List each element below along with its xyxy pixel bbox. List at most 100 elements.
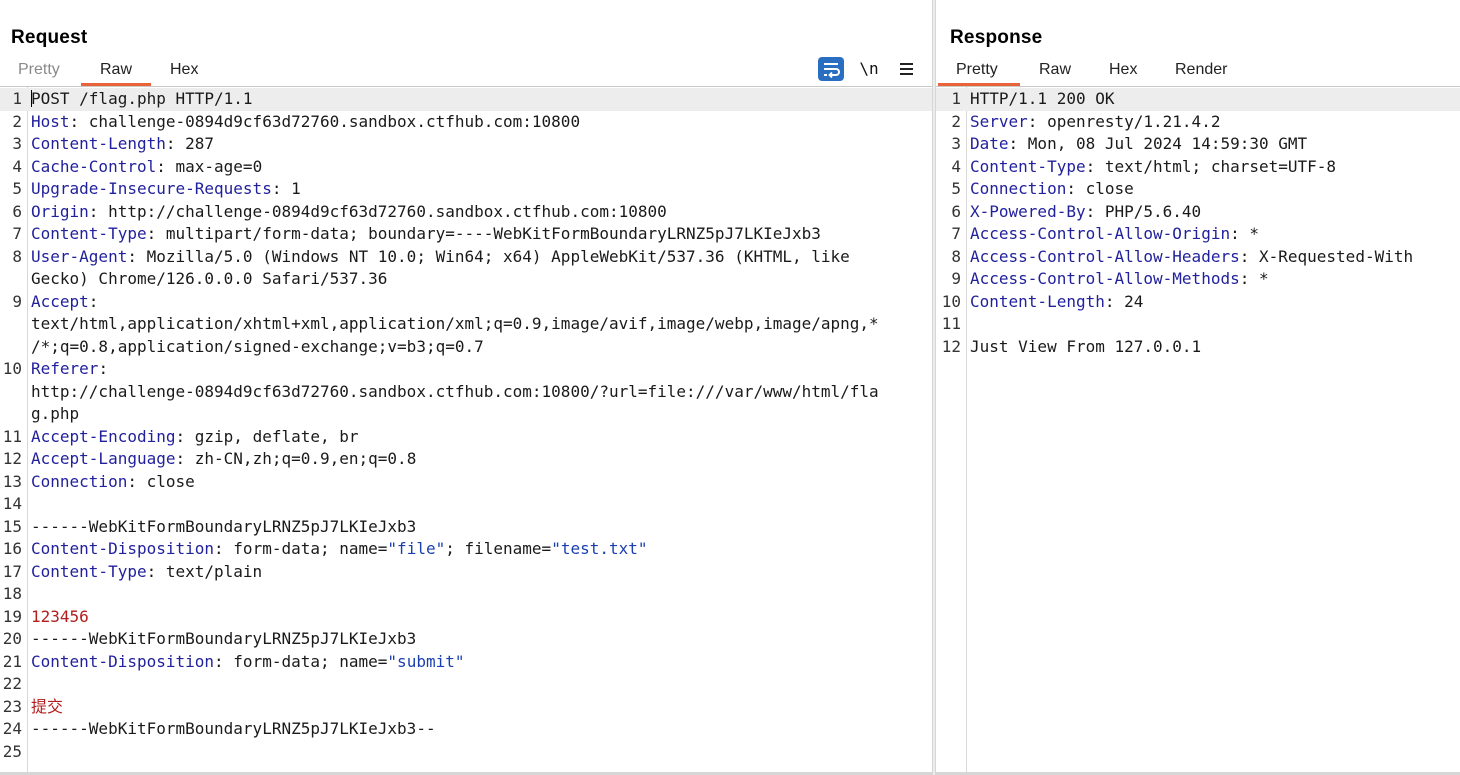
editor-line[interactable]: 11 xyxy=(936,313,1460,336)
editor-line[interactable]: 10 Content-Length: 24 xyxy=(936,291,1460,314)
editor-line[interactable]: 2 Server: openresty/1.21.4.2 xyxy=(936,111,1460,134)
editor-line[interactable]: 12 Just View From 127.0.0.1 xyxy=(936,336,1460,359)
line-content: Cache-Control: max-age=0 xyxy=(31,156,262,179)
wrap-lines-icon[interactable] xyxy=(818,57,844,81)
editor-line[interactable]: 3 Date: Mon, 08 Jul 2024 14:59:30 GMT xyxy=(936,133,1460,156)
line-content: Accept-Encoding: gzip, deflate, br xyxy=(31,426,359,449)
tab-request-hex[interactable]: Hex xyxy=(170,61,198,79)
tab-request-raw[interactable]: Raw xyxy=(100,61,132,79)
editor-line[interactable]: 15 ------WebKitFormBoundaryLRNZ5pJ7LKIeJx… xyxy=(0,516,932,539)
editor-line[interactable]: 18 xyxy=(0,583,932,606)
line-number: 22 xyxy=(2,674,22,693)
line-number: 18 xyxy=(2,584,22,603)
line-number: 8 xyxy=(951,246,961,266)
editor-line[interactable]: 20 ------WebKitFormBoundaryLRNZ5pJ7LKIeJx… xyxy=(0,628,932,651)
editor-line[interactable]: 5 Connection: close xyxy=(936,178,1460,201)
editor-line[interactable]: Gecko) Chrome/126.0.0.0 Safari/537.36 xyxy=(0,268,932,291)
editor-line[interactable]: text/html,application/xhtml+xml,applicat… xyxy=(0,313,932,336)
editor-line[interactable]: 17 Content-Type: text/plain xyxy=(0,561,932,584)
line-content: Upgrade-Insecure-Requests: 1 xyxy=(31,178,301,201)
text-segment: : close xyxy=(1066,179,1134,198)
editor-line[interactable]: 7 Content-Type: multipart/form-data; boun… xyxy=(0,223,932,246)
text-segment: : Mozilla/5.0 (Windows NT 10.0; Win64; x… xyxy=(127,246,850,266)
line-number: 4 xyxy=(951,156,961,176)
editor-line[interactable]: 5 Upgrade-Insecure-Requests: 1 xyxy=(0,178,932,201)
editor-line[interactable]: 6 Origin: http://challenge-0894d9cf63d727… xyxy=(0,201,932,224)
line-content: Host: challenge-0894d9cf63d72760.sandbox… xyxy=(31,111,580,134)
tab-request-pretty[interactable]: Pretty xyxy=(18,61,60,79)
editor-line[interactable]: 7 Access-Control-Allow-Origin: * xyxy=(936,223,1460,246)
request-pane: Request Pretty Raw Hex \n 1 POST /flag.ph… xyxy=(0,0,932,775)
text-segment: ------WebKitFormBoundaryLRNZ5pJ7LKIeJxb3 xyxy=(31,516,417,536)
editor-line[interactable]: 23 提交 xyxy=(0,696,932,719)
line-content: Connection: close xyxy=(970,178,1134,201)
line-content: Origin: http://challenge-0894d9cf63d7276… xyxy=(31,201,667,224)
editor-line[interactable]: 19 123456 xyxy=(0,606,932,629)
editor-line[interactable]: 1 HTTP/1.1 200 OK xyxy=(936,88,1460,111)
line-number: 2 xyxy=(951,111,961,131)
response-tabbar: Pretty Raw Hex Render xyxy=(936,54,1460,87)
line-number: 6 xyxy=(951,201,961,221)
editor-line[interactable]: 11 Accept-Encoding: gzip, deflate, br xyxy=(0,426,932,449)
header-name: Referer xyxy=(31,359,99,378)
editor-line[interactable]: 16 Content-Disposition: form-data; name="… xyxy=(0,538,932,561)
editor-line[interactable]: 24 ------WebKitFormBoundaryLRNZ5pJ7LKIeJx… xyxy=(0,718,932,741)
editor-line[interactable]: 22 xyxy=(0,673,932,696)
line-number: 14 xyxy=(2,494,22,513)
request-tabbar: Pretty Raw Hex \n xyxy=(0,54,932,87)
line-number: 9 xyxy=(951,269,961,288)
editor-line[interactable]: g.php xyxy=(0,403,932,426)
editor-line[interactable]: 6 X-Powered-By: PHP/5.6.40 xyxy=(936,201,1460,224)
editor-line[interactable]: 21 Content-Disposition: form-data; name="… xyxy=(0,651,932,674)
text-segment: : gzip, deflate, br xyxy=(175,426,359,446)
editor-line[interactable]: 4 Cache-Control: max-age=0 xyxy=(0,156,932,179)
line-number: 7 xyxy=(951,224,961,243)
editor-line[interactable]: 25 xyxy=(0,741,932,764)
editor-line[interactable]: 3 Content-Length: 287 xyxy=(0,133,932,156)
text-segment: : multipart/form-data; boundary=----WebK… xyxy=(146,224,821,243)
editor-line[interactable]: 8 User-Agent: Mozilla/5.0 (Windows NT 10.… xyxy=(0,246,932,269)
text-segment: ------WebKitFormBoundaryLRNZ5pJ7LKIeJxb3… xyxy=(31,719,436,738)
editor-line[interactable]: 9 Accept: xyxy=(0,291,932,314)
line-number: 8 xyxy=(12,246,22,266)
header-name: Cache-Control xyxy=(31,156,157,176)
editor-line[interactable]: 9 Access-Control-Allow-Methods: * xyxy=(936,268,1460,291)
text-segment: : PHP/5.6.40 xyxy=(1085,201,1202,221)
line-number: 16 xyxy=(2,539,22,558)
line-content: POST /flag.php HTTP/1.1 xyxy=(31,88,253,111)
line-content: Content-Disposition: form-data; name="su… xyxy=(31,651,464,674)
text-segment: : 24 xyxy=(1104,291,1144,311)
line-content: Content-Type: multipart/form-data; bound… xyxy=(31,223,821,246)
line-content: Just View From 127.0.0.1 xyxy=(970,336,1201,359)
header-name: Access-Control-Allow-Headers xyxy=(970,246,1240,266)
newline-toggle-icon[interactable]: \n xyxy=(856,57,882,81)
tab-response-pretty[interactable]: Pretty xyxy=(956,61,998,79)
editor-line[interactable]: 1 POST /flag.php HTTP/1.1 xyxy=(0,88,932,111)
header-name: X-Powered-By xyxy=(970,201,1086,221)
header-name: Content-Disposition xyxy=(31,651,215,671)
editor-line[interactable]: http://challenge-0894d9cf63d72760.sandbo… xyxy=(0,381,932,404)
response-pane: Response Pretty Raw Hex Render 1 HTTP/1.1… xyxy=(936,0,1460,775)
editor-line[interactable]: /*;q=0.8,application/signed-exchange;v=b… xyxy=(0,336,932,359)
hamburger-menu-icon[interactable] xyxy=(894,57,920,81)
editor-line[interactable]: 8 Access-Control-Allow-Headers: X-Request… xyxy=(936,246,1460,269)
line-number: 19 xyxy=(2,606,22,626)
tab-response-hex[interactable]: Hex xyxy=(1109,61,1137,79)
request-editor[interactable]: 1 POST /flag.php HTTP/1.1 2 Host: challenge… xyxy=(0,87,932,775)
line-content: 123456 xyxy=(31,606,89,629)
tab-response-render[interactable]: Render xyxy=(1175,61,1227,79)
text-segment: : form-data; name= xyxy=(214,539,388,558)
header-name: Content-Type xyxy=(31,224,147,243)
line-content: http://challenge-0894d9cf63d72760.sandbo… xyxy=(31,381,879,404)
editor-line[interactable]: 2 Host: challenge-0894d9cf63d72760.sandbo… xyxy=(0,111,932,134)
header-name: Content-Type xyxy=(970,156,1086,176)
editor-line[interactable]: 12 Accept-Language: zh-CN,zh;q=0.9,en;q=0… xyxy=(0,448,932,471)
line-number: 10 xyxy=(941,291,961,311)
editor-line[interactable]: 10 Referer: xyxy=(0,358,932,381)
tab-response-raw[interactable]: Raw xyxy=(1039,61,1071,79)
editor-line[interactable]: 13 Connection: close xyxy=(0,471,932,494)
editor-line[interactable]: 14 xyxy=(0,493,932,516)
editor-line[interactable]: 4 Content-Type: text/html; charset=UTF-8 xyxy=(936,156,1460,179)
header-name: Host xyxy=(31,111,70,131)
response-editor[interactable]: 1 HTTP/1.1 200 OK 2 Server: openresty/1.21.… xyxy=(936,87,1460,775)
